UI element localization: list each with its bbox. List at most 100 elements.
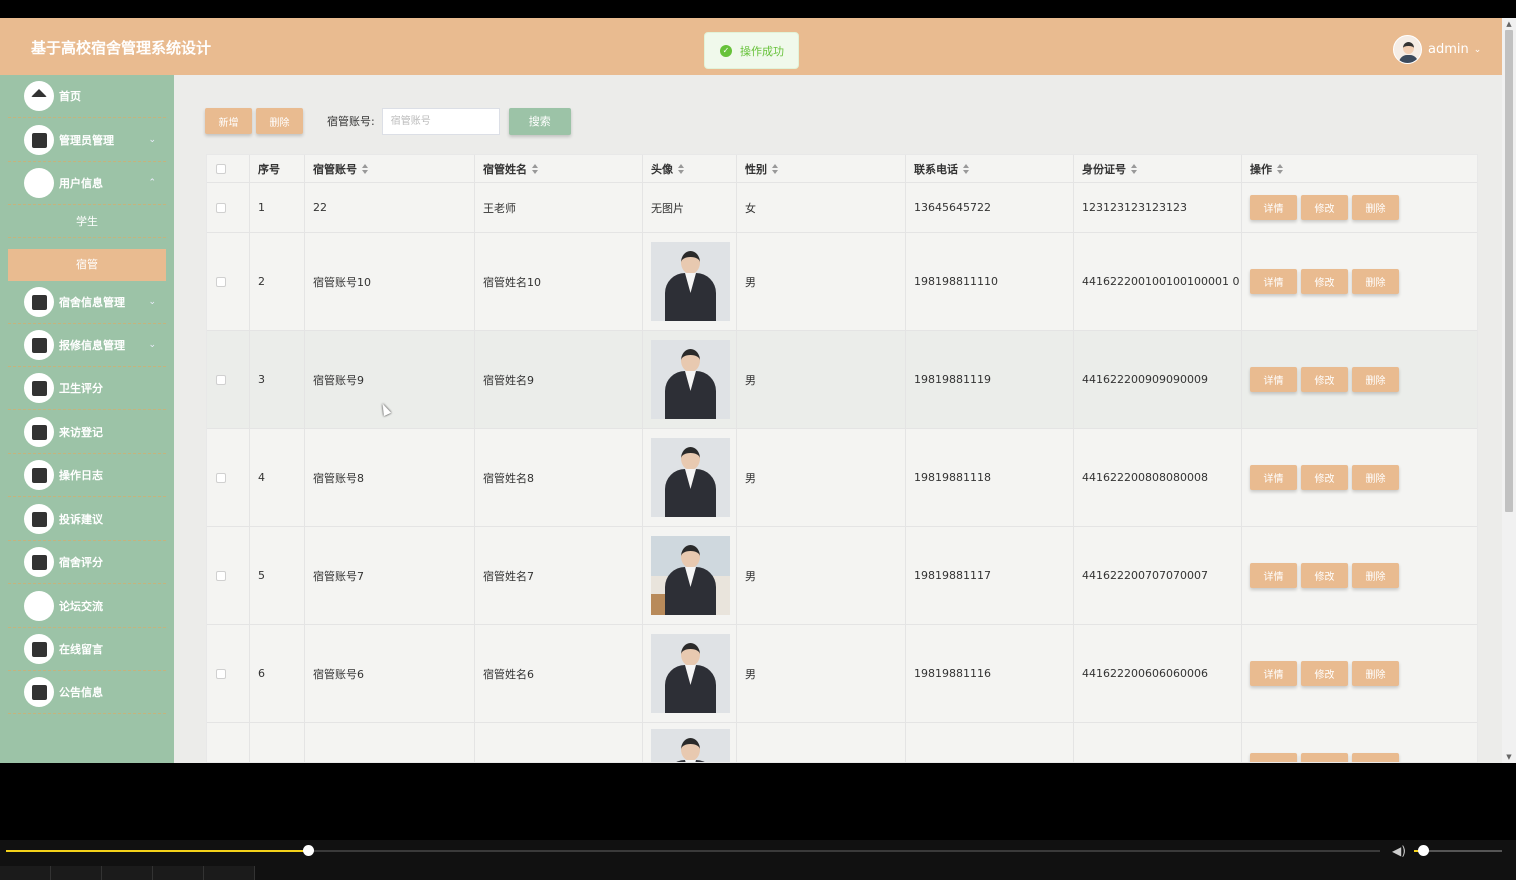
cell-gender: 女 (737, 183, 906, 232)
cell-phone: 19819881119 (906, 331, 1074, 428)
sort-icon[interactable] (532, 163, 539, 174)
delete-button[interactable]: 删除 (1352, 465, 1399, 490)
delete-button[interactable]: 删除 (1352, 661, 1399, 686)
avatar-photo[interactable] (651, 438, 730, 517)
edit-button[interactable]: 修改 (1301, 661, 1348, 686)
sidebar-item-users[interactable]: 用户信息 ⌃ (8, 162, 1414, 205)
sidebar-item-forum[interactable]: 论坛交流 (8, 585, 166, 628)
avatar-photo[interactable] (651, 536, 730, 615)
detail-button[interactable]: 详情 (1250, 269, 1297, 294)
sidebar-item-home[interactable]: 首页 (8, 75, 166, 118)
sidebar-item-hygiene[interactable]: 卫生评分 (8, 367, 166, 410)
header-avatar[interactable]: 头像 (643, 155, 737, 182)
edit-button[interactable]: 修改 (1301, 269, 1348, 294)
delete-button[interactable]: 删除 (1352, 195, 1399, 220)
header-account[interactable]: 宿管账号 (305, 155, 475, 182)
edit-button[interactable]: 修改 (1301, 367, 1348, 392)
row-checkbox[interactable] (216, 202, 226, 213)
table-row[interactable]: 2 宿管账号10 宿管姓名10 男 198198811110 44162220010010… (207, 233, 1477, 331)
sidebar-item-repair[interactable]: 报修信息管理 ⌄ (8, 324, 166, 367)
cell-name: 宿管姓名6 (475, 625, 643, 722)
detail-button[interactable]: 详情 (1250, 563, 1297, 588)
cell-actions (1242, 723, 1477, 762)
avatar-photo[interactable] (651, 242, 730, 321)
header-phone[interactable]: 联系电话 (906, 155, 1074, 182)
table-row[interactable]: 6 宿管账号6 宿管姓名6 男 19819881116 44162220060606000… (207, 625, 1477, 723)
delete-button[interactable]: 删除 (1352, 269, 1399, 294)
header-name[interactable]: 宿管姓名 (475, 155, 643, 182)
user-menu[interactable]: admin ⌄ (1393, 35, 1481, 64)
table-row[interactable] (207, 723, 1477, 762)
avatar-photo[interactable] (651, 340, 730, 419)
delete-button[interactable]: 删除 (1352, 367, 1399, 392)
detail-button[interactable]: 详情 (1250, 367, 1297, 392)
sort-icon[interactable] (963, 163, 970, 174)
scroll-down-icon[interactable]: ▼ (1505, 753, 1513, 761)
sort-icon[interactable] (678, 163, 685, 174)
add-button[interactable]: 新增 (205, 108, 252, 134)
table-row[interactable]: 1 22 王老师 无图片女 13645645722 123123123123123 详情 修改… (207, 183, 1477, 233)
vertical-scrollbar[interactable]: ▲ ▼ (1502, 18, 1516, 763)
table-row[interactable]: 3 宿管账号9 宿管姓名9 男 19819881119 44162220090909000… (207, 331, 1477, 429)
scroll-up-icon[interactable]: ▲ (1505, 20, 1513, 28)
delete-button[interactable] (1352, 753, 1399, 762)
cell-account: 宿管账号10 (305, 233, 475, 330)
cell-gender: 男 (737, 527, 906, 624)
sidebar-item-notices[interactable]: 公告信息 (8, 671, 166, 714)
cell-avatar (643, 429, 737, 526)
select-all-checkbox[interactable] (216, 163, 226, 174)
sidebar-item-complaints[interactable]: 投诉建议 (8, 498, 166, 541)
header-index[interactable]: 序号 (250, 155, 305, 182)
detail-button[interactable]: 详情 (1250, 465, 1297, 490)
header-actions[interactable]: 操作 (1242, 155, 1477, 182)
progress-handle[interactable] (303, 845, 314, 856)
header-gender[interactable]: 性别 (737, 155, 906, 182)
sort-icon[interactable] (1277, 163, 1284, 174)
table-row[interactable]: 5 宿管账号7 宿管姓名7 男 19819881117 44162220070707000… (207, 527, 1477, 625)
cell-index: 5 (250, 527, 305, 624)
row-checkbox[interactable] (216, 276, 226, 287)
sort-icon[interactable] (362, 163, 369, 174)
row-checkbox[interactable] (216, 570, 226, 581)
sidebar-item-dorm-rating[interactable]: 宿舍评分 (8, 541, 166, 584)
progress-bar[interactable] (6, 845, 1380, 856)
sidebar-item-dorm-info[interactable]: 宿舍信息管理 ⌄ (8, 281, 166, 324)
avatar-photo[interactable] (651, 634, 730, 713)
edit-button[interactable]: 修改 (1301, 195, 1348, 220)
edit-button[interactable]: 修改 (1301, 563, 1348, 588)
storage-icon (24, 460, 54, 490)
edit-button[interactable]: 修改 (1301, 465, 1348, 490)
row-checkbox[interactable] (216, 472, 226, 483)
volume-slider[interactable] (1414, 845, 1502, 856)
cell-phone: 13645645722 (906, 183, 1074, 232)
sidebar-item-logs[interactable]: 操作日志 (8, 454, 166, 497)
header-id-card[interactable]: 身份证号 (1074, 155, 1242, 182)
sort-icon[interactable] (772, 163, 779, 174)
scrollbar-thumb[interactable] (1505, 30, 1513, 512)
search-input[interactable]: 宿管账号 (381, 107, 500, 135)
sidebar-item-messages[interactable]: 在线留言 (8, 628, 166, 671)
cell-avatar: 无图片 (643, 183, 737, 232)
row-checkbox[interactable] (216, 668, 226, 679)
sidebar-subitem-students[interactable]: 学生 (8, 206, 166, 238)
delete-button[interactable]: 删除 (1352, 563, 1399, 588)
table-row[interactable]: 4 宿管账号8 宿管姓名8 男 19819881118 44162220080808000… (207, 429, 1477, 527)
bulk-delete-button[interactable]: 删除 (256, 108, 303, 134)
sidebar-item-visitors[interactable]: 来访登记 (8, 411, 166, 454)
detail-button[interactable]: 详情 (1250, 195, 1297, 220)
row-checkbox[interactable] (216, 374, 226, 385)
edit-button[interactable] (1301, 753, 1348, 762)
search-button[interactable]: 搜索 (508, 107, 571, 135)
table-header: 序号 宿管账号 宿管姓名 头像 性别 联系电话 身份证号 操作 (207, 155, 1477, 183)
panel-icon (24, 504, 54, 534)
cell-id-card: 441622200707070007 (1074, 527, 1242, 624)
avatar-photo[interactable] (651, 729, 730, 762)
sidebar-item-admin[interactable]: 管理员管理 ⌄ (8, 119, 166, 162)
volume-icon[interactable]: ◀) (1392, 844, 1406, 858)
detail-button[interactable]: 详情 (1250, 661, 1297, 686)
sidebar-subitem-managers[interactable]: 宿管 (8, 249, 166, 281)
user-icon (24, 168, 1414, 198)
sort-icon[interactable] (1131, 163, 1138, 174)
detail-button[interactable] (1250, 753, 1297, 762)
volume-handle[interactable] (1418, 845, 1429, 856)
